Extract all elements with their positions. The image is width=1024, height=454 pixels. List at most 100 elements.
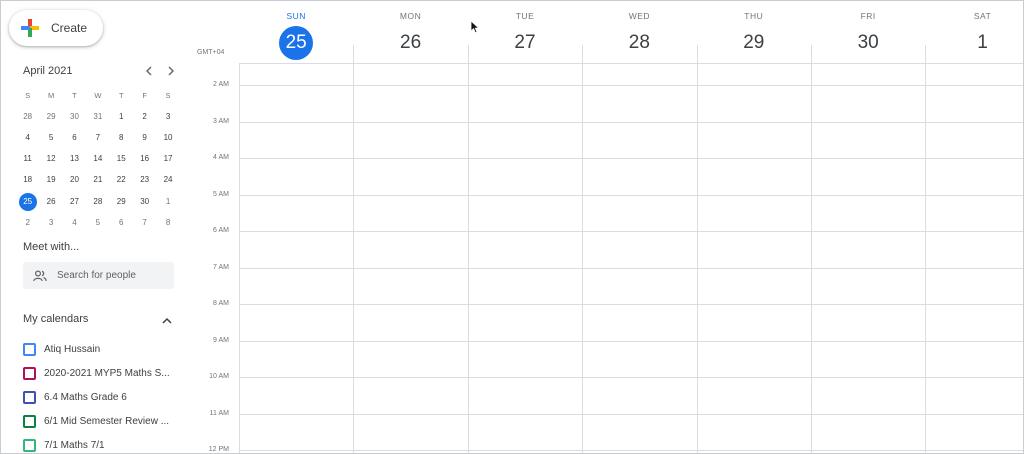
mini-calendar-day[interactable]: 6 [110, 215, 133, 231]
day-number[interactable]: 27 [508, 26, 542, 60]
mini-calendar-day-number: 30 [140, 196, 150, 206]
calendar-checkbox[interactable] [23, 366, 36, 380]
mini-calendar-day[interactable]: 22 [110, 172, 133, 188]
mini-calendar-day[interactable]: 8 [110, 130, 133, 146]
mini-calendar-day[interactable]: 5 [86, 215, 109, 231]
mini-calendar-day[interactable]: 5 [39, 130, 62, 146]
create-button[interactable]: Create [9, 10, 103, 46]
mini-calendar-today[interactable]: 25 [16, 192, 39, 211]
calendar-label: Atiq Hussain [44, 343, 101, 355]
mini-calendar-day-number: 21 [93, 175, 103, 185]
mini-calendar-day[interactable]: 7 [133, 215, 156, 231]
day-number[interactable]: 1 [966, 26, 1000, 60]
mini-calendar-day[interactable]: 1 [110, 109, 133, 125]
day-header-sun: SUN 25 [239, 1, 353, 63]
mini-calendar-week-row: 4 5 6 7 8 9 10 [16, 127, 180, 148]
mini-calendar-day[interactable]: 20 [63, 172, 86, 188]
calendar-checkbox[interactable] [23, 342, 36, 356]
mini-calendar-day[interactable]: 2 [16, 215, 39, 231]
collapse-my-calendars-button[interactable] [161, 314, 173, 326]
mini-calendar-day[interactable]: 30 [133, 194, 156, 210]
calendar-checkbox[interactable] [23, 390, 36, 404]
mini-calendar-day[interactable]: 28 [16, 109, 39, 125]
current-day-number[interactable]: 25 [279, 26, 314, 60]
day-header-thu: THU 29 [697, 1, 811, 63]
mini-calendar-day-number: 4 [25, 132, 30, 142]
mini-calendar-day-number: 3 [165, 111, 171, 121]
calendar-checkbox[interactable] [23, 439, 36, 453]
mini-calendar-day[interactable]: 6 [63, 130, 86, 146]
mini-calendar-day-number: 28 [23, 111, 33, 121]
hour-label: 3 AM [213, 117, 229, 125]
mini-calendar-day[interactable]: 3 [39, 215, 62, 231]
search-people-placeholder: Search for people [57, 270, 136, 281]
mini-calendar-day[interactable]: 17 [156, 151, 179, 167]
mini-calendar-day[interactable]: 28 [86, 194, 109, 210]
mini-calendar-day-number: 10 [163, 132, 173, 142]
mini-calendar-day[interactable]: 12 [39, 151, 62, 167]
hour-label: 6 AM [213, 227, 229, 234]
mini-calendar-day[interactable]: 14 [86, 151, 109, 167]
day-number[interactable]: 26 [394, 26, 428, 60]
day-number[interactable]: 28 [622, 26, 656, 60]
day-number[interactable]: 29 [737, 26, 771, 60]
mini-calendar-day[interactable]: 7 [86, 130, 109, 146]
calendar-list-item[interactable]: Atiq Hussain [23, 337, 183, 361]
mini-calendar-day-number: 17 [163, 154, 173, 164]
mini-calendar-day[interactable]: 9 [133, 130, 156, 146]
mini-calendar-day-number: 4 [72, 217, 77, 227]
mini-calendar-day-number: 26 [46, 196, 56, 206]
meet-with-heading: Meet with... [23, 241, 80, 253]
mini-calendar-day-number: 29 [46, 111, 56, 121]
calendar-window: Create April 2021 S M T W T F S 28 29 30 31 1 2 3 4 5 6 7… [0, 0, 1024, 454]
mini-calendar-day[interactable]: 8 [156, 215, 179, 231]
next-month-button[interactable] [165, 64, 177, 78]
search-people-input[interactable]: Search for people [23, 262, 174, 289]
my-calendars-list: Atiq Hussain 2020-2021 MYP5 Maths S... 6.4… [23, 337, 183, 453]
mini-calendar-day[interactable]: 29 [110, 194, 133, 210]
mini-calendar-day[interactable]: 31 [86, 109, 109, 125]
mini-calendar-day[interactable]: 13 [63, 151, 86, 167]
mini-calendar-day[interactable]: 29 [39, 109, 62, 125]
create-label: Create [51, 21, 88, 35]
mini-calendar-day[interactable]: 24 [156, 172, 179, 188]
day-of-week-label: MON [399, 11, 422, 21]
previous-month-button[interactable] [143, 64, 155, 78]
mini-calendar-day[interactable]: 15 [110, 151, 133, 167]
mini-calendar-day[interactable]: 18 [16, 172, 39, 188]
day-of-week-label: FRI [860, 11, 876, 21]
mini-calendar-day-number: 7 [95, 132, 101, 142]
mini-calendar-week-row: 11 12 13 14 15 16 17 [16, 149, 180, 170]
weekday-label: T [118, 90, 124, 100]
mini-calendar-day[interactable]: 26 [39, 194, 62, 210]
calendar-list-item[interactable]: 7/1 Maths 7/1 [23, 434, 183, 453]
mini-calendar-day[interactable]: 21 [86, 172, 109, 188]
mini-calendar-day[interactable]: 19 [39, 172, 62, 188]
mini-calendar-day[interactable]: 27 [63, 194, 86, 210]
calendar-checkbox[interactable] [23, 415, 36, 429]
mini-calendar-day-number: 5 [48, 132, 54, 142]
mini-calendar-day[interactable]: 4 [63, 215, 86, 231]
mini-calendar-day[interactable]: 11 [16, 151, 39, 167]
mini-calendar-day-number: 13 [70, 154, 79, 164]
calendar-list-item[interactable]: 2020-2021 MYP5 Maths S... [23, 361, 183, 385]
mini-calendar-day[interactable]: 1 [156, 194, 179, 210]
mini-calendar-day[interactable]: 23 [133, 172, 156, 188]
mini-calendar-day[interactable]: 10 [156, 130, 179, 146]
calendar-list-item[interactable]: 6/1 Mid Semester Review ... [23, 410, 183, 434]
mini-calendar-day-number: 8 [119, 132, 124, 142]
calendar-list-item[interactable]: 6.4 Maths Grade 6 [23, 385, 183, 409]
hour-label: 4 AM [213, 154, 229, 161]
mini-calendar-day[interactable]: 30 [63, 109, 86, 125]
mini-calendar-day[interactable]: 3 [156, 109, 179, 125]
day-number[interactable]: 30 [851, 26, 885, 60]
weekday-label: M [47, 90, 55, 100]
mini-calendar-day[interactable]: 16 [133, 151, 156, 167]
mini-calendar-day[interactable]: 4 [16, 130, 39, 146]
mini-calendar-weekday-row: SMTWTFS [16, 85, 180, 106]
hour-label: 2 AM [213, 81, 229, 88]
mini-calendar-day[interactable]: 2 [133, 109, 156, 125]
day-of-week-label: SAT [973, 11, 992, 21]
hour-gridline [239, 340, 1023, 342]
day-column-divider [925, 45, 927, 453]
